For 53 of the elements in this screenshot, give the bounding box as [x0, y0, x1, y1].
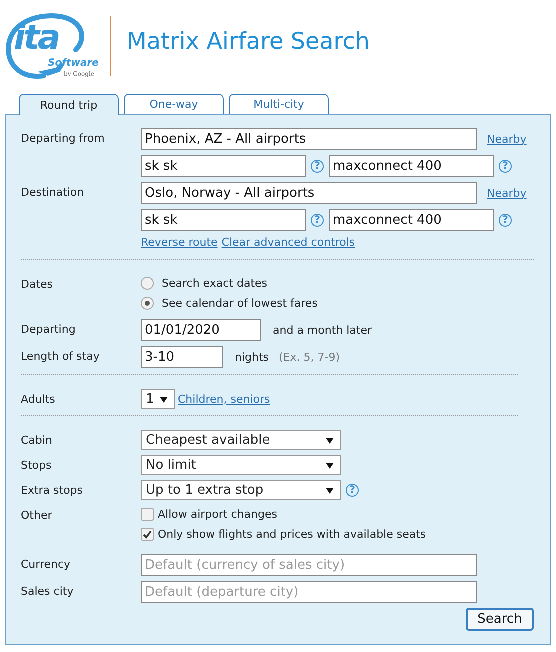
route-link[interactable]: Clear advanced controls	[222, 236, 356, 249]
airport-field[interactable]: Oslo, Norway - All airports	[141, 182, 477, 204]
extension-field[interactable]: maxconnect 400	[329, 209, 494, 231]
field-label: Currency	[21, 557, 72, 571]
caret-icon	[326, 463, 334, 469]
route-link[interactable]: Reverse route	[141, 236, 218, 249]
stay-hint: (Ex. 5, 7-9)	[279, 350, 340, 364]
extension-field[interactable]: maxconnect 400	[329, 155, 494, 177]
option-select[interactable]: No limit	[141, 455, 341, 475]
caret-icon	[326, 438, 334, 444]
date-note: and a month later	[273, 324, 372, 336]
nearby-link[interactable]: Nearby	[487, 186, 527, 200]
trip-type-tab[interactable]: Round trip	[19, 94, 119, 115]
trip-type-tab[interactable]: One-way	[124, 94, 224, 114]
radio-button[interactable]	[141, 297, 154, 310]
airport-field[interactable]: Phoenix, AZ - All airports	[141, 128, 477, 150]
text-field[interactable]: Default (departure city)	[141, 581, 477, 603]
checkbox-label: Only show flights and prices with available seats	[158, 528, 426, 541]
field-label: Sales city	[21, 584, 75, 598]
checkbox-label: Allow airport changes	[158, 508, 278, 521]
field-label: Departing from	[21, 131, 106, 145]
field-label: Stops	[21, 458, 53, 472]
logo-wordmark: Software	[48, 58, 99, 69]
adults-select[interactable]: 1	[141, 389, 175, 409]
nearby-link[interactable]: Nearby	[487, 132, 527, 146]
caret-icon	[326, 488, 334, 494]
page-title: Matrix Airfare Search	[127, 29, 370, 55]
routing-field[interactable]: sk sk	[141, 155, 306, 177]
routing-field[interactable]: sk sk	[141, 209, 306, 231]
field-label: Other	[21, 508, 54, 522]
checkbox[interactable]	[141, 508, 154, 521]
stay-unit: nights	[235, 350, 270, 364]
radio-label: Search exact dates	[162, 277, 268, 290]
checkbox[interactable]	[141, 528, 154, 541]
trip-type-tab[interactable]: Multi-city	[229, 94, 329, 114]
search-button[interactable]: Search	[466, 608, 534, 631]
field-label: Adults	[21, 392, 56, 406]
field-label: Destination	[21, 185, 86, 199]
passengers-link[interactable]: Children, seniors	[178, 392, 270, 406]
radio-button[interactable]	[141, 277, 154, 290]
option-select[interactable]: Cheapest available	[141, 430, 341, 450]
field-label: Dates	[21, 277, 54, 291]
field-label: Cabin	[21, 433, 54, 447]
text-field[interactable]: Default (currency of sales city)	[141, 554, 477, 576]
field-label: Length of stay	[21, 349, 101, 363]
date-field[interactable]: 01/01/2020	[141, 319, 261, 341]
stay-field[interactable]: 3-10	[141, 346, 223, 368]
radio-label: See calendar of lowest fares	[162, 297, 318, 310]
field-label: Departing	[21, 322, 77, 336]
logo-mark: ita	[14, 18, 59, 58]
option-select[interactable]: Up to 1 extra stop	[141, 480, 341, 500]
field-label: Extra stops	[21, 483, 84, 497]
caret-icon	[160, 397, 168, 403]
